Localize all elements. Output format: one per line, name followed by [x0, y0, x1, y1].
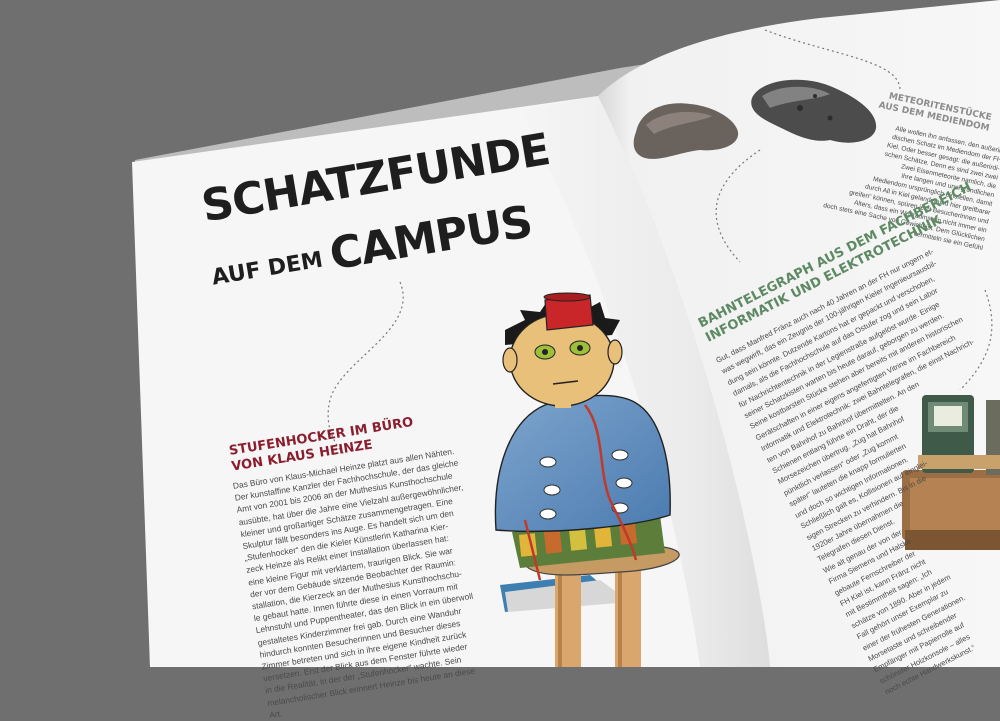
magazine-photo: SCHATZFUNDE AUF DEM CAMPUS STUFENHOCKER … [0, 0, 1000, 720]
section-body-stufenhocker: Das Büro von Klaus-Michael Heinze platzt… [232, 438, 537, 721]
